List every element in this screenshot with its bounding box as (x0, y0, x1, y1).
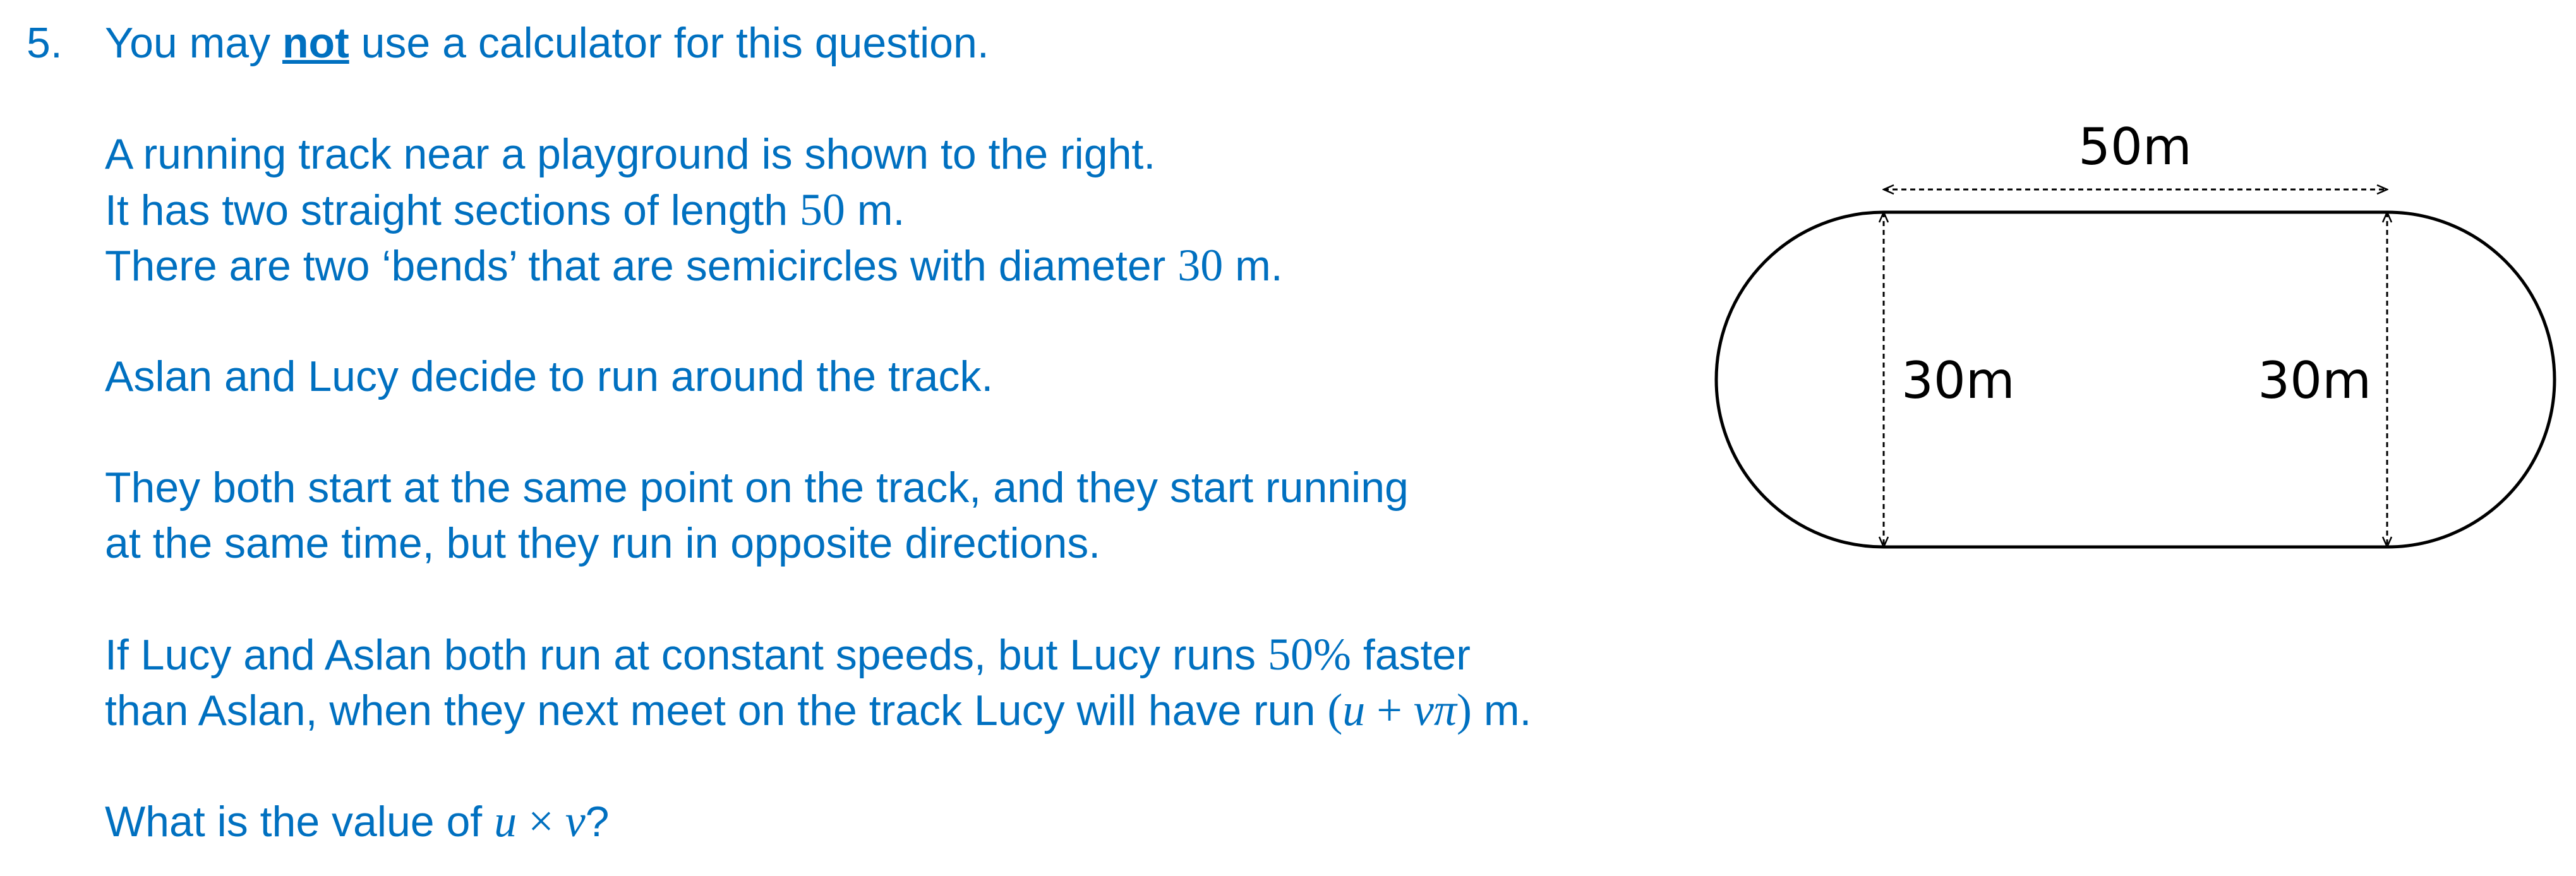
track-outline (1714, 210, 2556, 549)
instruction-text-start: You may (105, 19, 282, 67)
question-line-speeds: If Lucy and Aslan both run at constant s… (105, 627, 1471, 683)
ask-text-start: What is the value of (105, 798, 495, 846)
expr-pi: π (1433, 685, 1457, 735)
bends-text-end: m. (1223, 242, 1283, 290)
expr-variable-v: v (1413, 685, 1434, 735)
instruction-text-end: use a calculator for this question. (349, 19, 989, 67)
question-page: 5. You may not use a calculator for this… (0, 0, 2576, 876)
expr-open-paren: ( (1327, 685, 1343, 735)
straight-text-end: m. (845, 186, 905, 234)
instruction-emphasis: not (282, 19, 349, 67)
straight-text-start: It has two straight sections of length (105, 186, 800, 234)
straight-length-label: 50m (2078, 117, 2192, 176)
bend-diameter-value: 30 (1177, 240, 1224, 291)
bends-text-start: There are two ‘bends’ that are semicircl… (105, 242, 1178, 290)
speeds-text-end: faster (1351, 631, 1471, 679)
meet-text-end: m. (1471, 687, 1532, 735)
expr-variable-u: u (1342, 685, 1366, 735)
left-diameter-label: 30m (1901, 351, 2015, 410)
question-line-runners: Aslan and Lucy decide to run around the … (105, 352, 994, 400)
question-line-ask: What is the value of u × v? (105, 793, 610, 849)
right-diameter-label: 30m (2258, 351, 2371, 410)
question-line-start: They both start at the same point on the… (105, 464, 1409, 512)
speeds-text-start: If Lucy and Aslan both run at constant s… (105, 631, 1268, 679)
straight-length-value: 50 (799, 184, 845, 235)
question-line-track-location: A running track near a playground is sho… (105, 130, 1156, 178)
ask-text-end: ? (585, 798, 610, 846)
meet-text-start: than Aslan, when they next meet on the t… (105, 687, 1328, 735)
question-number: 5. (27, 19, 63, 67)
ask-variable-u: u (494, 796, 517, 846)
expr-plus: + (1365, 685, 1414, 735)
question-line-meet-distance: than Aslan, when they next meet on the t… (105, 682, 1531, 738)
ask-times: × (517, 796, 565, 846)
running-track-diagram: 50m 30m 30m (1714, 117, 2556, 549)
speed-percent-value: 50% (1267, 629, 1351, 680)
calculator-instruction: You may not use a calculator for this qu… (105, 15, 989, 71)
question-line-straight-sections: It has two straight sections of length 5… (105, 182, 905, 238)
ask-variable-v: v (565, 796, 586, 846)
question-line-bends: There are two ‘bends’ that are semicircl… (105, 237, 1283, 294)
expr-close-paren: ) (1456, 685, 1472, 735)
question-line-directions: at the same time, but they run in opposi… (105, 519, 1101, 567)
